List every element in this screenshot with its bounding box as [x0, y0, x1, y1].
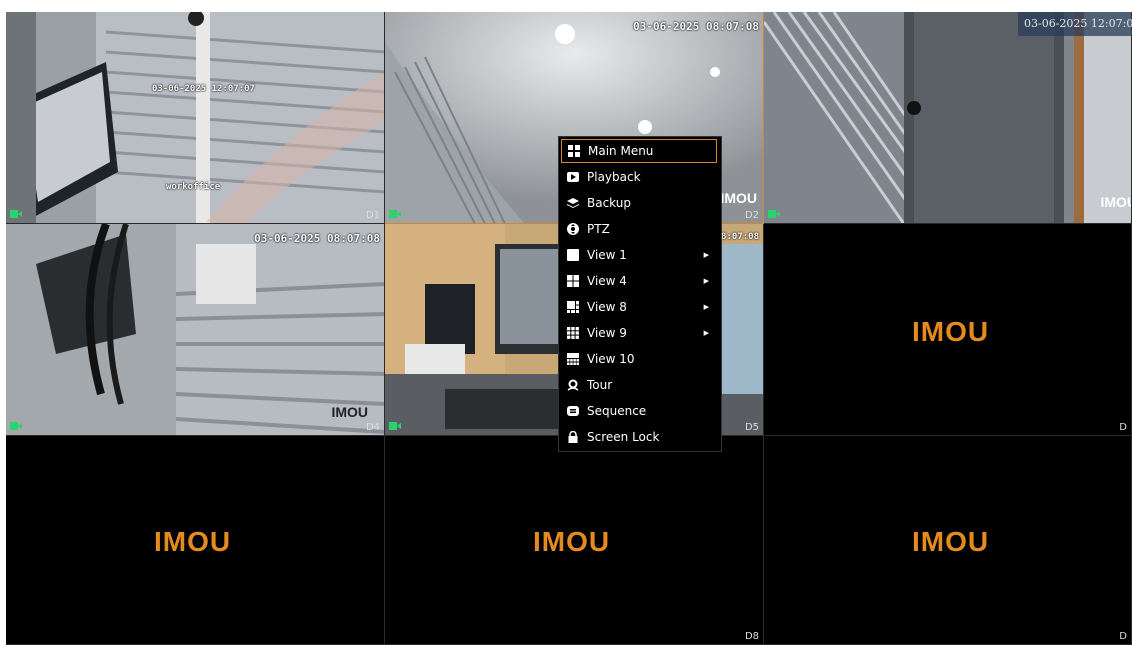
- osd-timestamp: 03-06-2025 08:07:08: [633, 20, 759, 33]
- menu-item-playback[interactable]: Playback: [561, 165, 717, 189]
- imou-logo: IMOU: [533, 526, 611, 557]
- view-8-icon: [566, 300, 580, 314]
- menu-item-label: Playback: [587, 170, 641, 184]
- camera-cell-d7[interactable]: IMOU D7 D8: [385, 436, 764, 645]
- camera-cell-empty[interactable]: IMOU: [6, 436, 385, 645]
- submenu-arrow-icon: ▶: [703, 251, 709, 259]
- camera-feed: [6, 12, 384, 223]
- menu-item-ptz[interactable]: PTZ: [561, 217, 717, 241]
- submenu-arrow-icon: ▶: [703, 277, 709, 285]
- view-9-icon: [566, 326, 580, 340]
- osd-caption: workoffice: [166, 182, 221, 192]
- play-icon: [566, 170, 580, 184]
- channel-label: D: [1119, 422, 1127, 433]
- sequence-icon: [566, 404, 580, 418]
- imou-logo: IMOU: [154, 526, 232, 557]
- menu-item-backup[interactable]: Backup: [561, 191, 717, 215]
- layers-icon: [566, 196, 580, 210]
- grid-4-icon: [567, 144, 581, 158]
- osd-timestamp: 08:07:08: [715, 232, 759, 242]
- ptz-icon: [566, 222, 580, 236]
- osd-timestamp: 03-06-2025 12:07:07: [152, 84, 255, 94]
- submenu-arrow-icon: ▶: [703, 329, 709, 337]
- menu-item-view-1[interactable]: View 1 ▶: [561, 243, 717, 267]
- recording-icon: [768, 210, 780, 218]
- menu-item-view-9[interactable]: View 9 ▶: [561, 321, 717, 345]
- menu-item-label: View 4: [587, 274, 627, 288]
- recording-icon: [10, 422, 22, 430]
- menu-item-label: Screen Lock: [587, 430, 660, 444]
- menu-item-view-4[interactable]: View 4 ▶: [561, 269, 717, 293]
- menu-item-sequence[interactable]: Sequence: [561, 399, 717, 423]
- camera-cell-d1[interactable]: 03-06-2025 12:07:07 workoffice D1: [6, 12, 385, 224]
- menu-item-label: View 1: [587, 248, 627, 262]
- imou-watermark: IMOU: [1100, 194, 1131, 210]
- menu-item-label: Main Menu: [588, 144, 654, 158]
- channel-label: D8: [744, 631, 759, 642]
- camera-feed: [764, 12, 1131, 223]
- camera-cell-d9[interactable]: IMOU D: [764, 436, 1132, 645]
- channel-label: D4: [365, 422, 380, 433]
- view-4-icon: [566, 274, 580, 288]
- channel-label: D5: [744, 422, 759, 433]
- camera-feed: [6, 224, 384, 435]
- system-clock: 03-06-2025 12:07:08: [1018, 12, 1132, 36]
- menu-item-main-menu[interactable]: Main Menu: [561, 139, 717, 163]
- recording-icon: [389, 422, 401, 430]
- osd-timestamp: 03-06-2025 08:07:08: [254, 232, 380, 245]
- recording-icon: [10, 210, 22, 218]
- recording-icon: [389, 210, 401, 218]
- camera-cell-d6[interactable]: IMOU D: [764, 224, 1132, 436]
- imou-watermark: IMOU: [331, 404, 368, 420]
- camera-cell-d4[interactable]: 03-06-2025 08:07:08 IMOU D4: [6, 224, 385, 436]
- menu-item-label: Sequence: [587, 404, 647, 418]
- menu-item-tour[interactable]: Tour: [561, 373, 717, 397]
- channel-label: D1: [365, 210, 380, 221]
- imou-logo: IMOU: [912, 316, 990, 347]
- context-menu: Main Menu Playback Backup PTZ View 1 ▶ V…: [558, 136, 722, 452]
- menu-item-screen-lock[interactable]: Screen Lock: [561, 425, 717, 449]
- view-10-icon: [566, 352, 580, 366]
- menu-item-view-8[interactable]: View 8 ▶: [561, 295, 717, 319]
- tour-icon: [566, 378, 580, 392]
- channel-label: D2: [744, 210, 759, 221]
- menu-item-label: PTZ: [587, 222, 610, 236]
- menu-item-label: View 10: [587, 352, 635, 366]
- menu-item-view-10[interactable]: View 10: [561, 347, 717, 371]
- menu-item-label: Tour: [587, 378, 613, 392]
- lock-icon: [566, 430, 580, 444]
- submenu-arrow-icon: ▶: [703, 303, 709, 311]
- channel-label: D: [1119, 631, 1127, 642]
- view-1-icon: [566, 248, 580, 262]
- camera-cell-d3[interactable]: IMOU: [764, 12, 1132, 224]
- imou-logo: IMOU: [912, 526, 990, 557]
- imou-watermark: IMOU: [720, 190, 757, 206]
- menu-item-label: View 8: [587, 300, 627, 314]
- menu-item-label: Backup: [587, 196, 631, 210]
- menu-item-label: View 9: [587, 326, 627, 340]
